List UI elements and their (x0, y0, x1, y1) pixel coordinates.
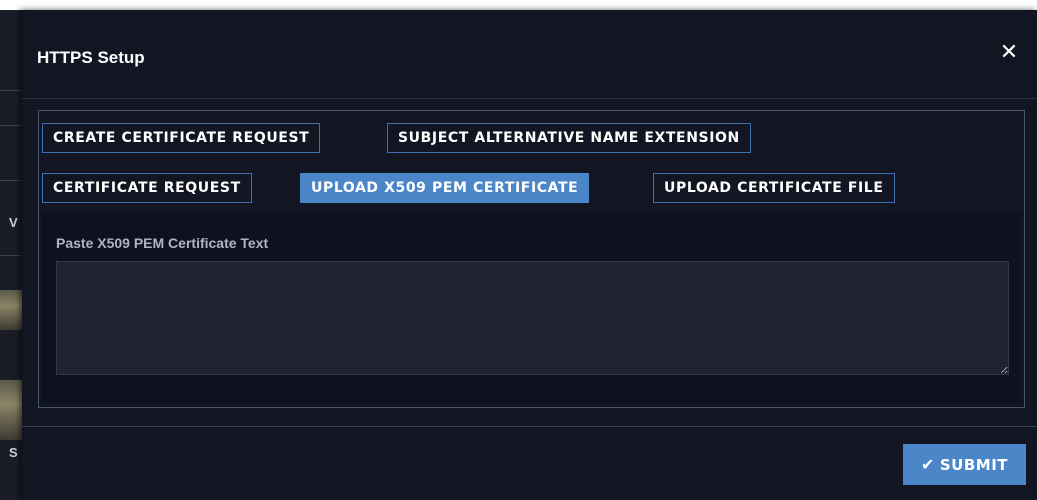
tab-panel: CREATE CERTIFICATE REQUEST SUBJECT ALTER… (38, 110, 1025, 408)
submit-button[interactable]: ✔ SUBMIT (903, 444, 1026, 485)
tab-subject-alternative-name-extension[interactable]: SUBJECT ALTERNATIVE NAME EXTENSION (387, 123, 751, 153)
tab-certificate-request[interactable]: CERTIFICATE REQUEST (42, 173, 252, 203)
tab-content: Paste X509 PEM Certificate Text (42, 213, 1021, 402)
footer-divider (22, 426, 1037, 427)
background-text: S (9, 445, 18, 460)
check-icon: ✔ (920, 455, 935, 474)
page-backdrop: V S HTTPS Setup ✕ CREATE CERTIFICATE REQ… (0, 0, 1037, 500)
close-icon[interactable]: ✕ (999, 40, 1019, 64)
background-text: V (9, 215, 18, 230)
tab-create-certificate-request[interactable]: CREATE CERTIFICATE REQUEST (42, 123, 321, 153)
modal-header: HTTPS Setup ✕ (22, 10, 1037, 99)
submit-label: SUBMIT (939, 455, 1009, 474)
certificate-text-label: Paste X509 PEM Certificate Text (56, 235, 269, 251)
https-setup-modal: HTTPS Setup ✕ CREATE CERTIFICATE REQUEST… (22, 10, 1037, 500)
tab-upload-x509-pem-certificate[interactable]: UPLOAD X509 PEM CERTIFICATE (300, 173, 590, 203)
tab-upload-certificate-file[interactable]: UPLOAD CERTIFICATE FILE (653, 173, 895, 203)
certificate-text-input[interactable] (56, 261, 1009, 375)
modal-title: HTTPS Setup (37, 48, 145, 67)
